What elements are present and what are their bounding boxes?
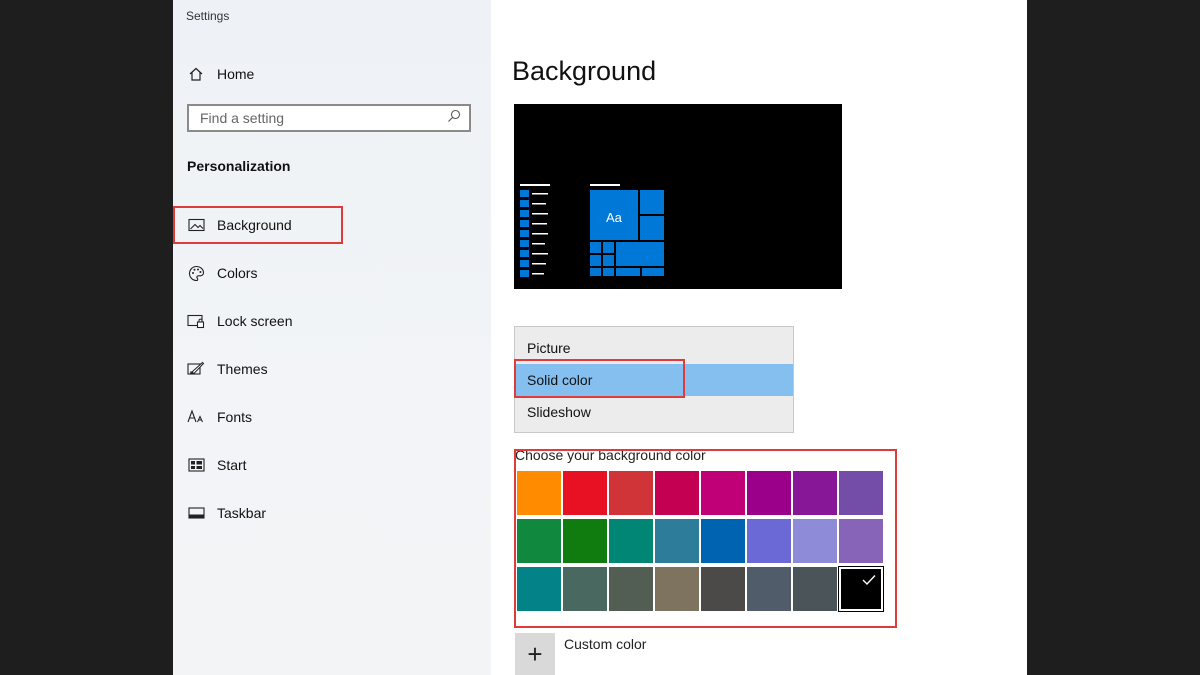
sidebar-item-label: Lock screen: [217, 313, 293, 329]
background-preview: Aa: [514, 104, 842, 289]
color-swatch[interactable]: [793, 471, 837, 515]
sidebar-item-background[interactable]: Background: [187, 214, 292, 236]
color-swatch[interactable]: [609, 519, 653, 563]
custom-color-button[interactable]: +: [515, 633, 555, 675]
color-swatch[interactable]: [563, 567, 607, 611]
window-title: Settings: [186, 9, 230, 23]
custom-color-label[interactable]: Custom color: [564, 636, 646, 652]
color-swatch[interactable]: [839, 519, 883, 563]
dropdown-option-slideshow[interactable]: Slideshow: [515, 396, 793, 428]
search-icon[interactable]: [447, 109, 461, 128]
choose-color-label: Choose your background color: [515, 447, 706, 463]
color-swatch[interactable]: [747, 567, 791, 611]
color-swatch[interactable]: [838, 566, 884, 612]
sidebar-item-label: Fonts: [217, 409, 253, 425]
color-swatch[interactable]: [747, 471, 791, 515]
sidebar-item-label: Themes: [217, 361, 268, 377]
search-box[interactable]: [187, 104, 471, 132]
color-swatch[interactable]: [609, 567, 653, 611]
color-swatch[interactable]: [517, 567, 561, 611]
start-icon: [187, 456, 205, 474]
color-swatch[interactable]: [701, 471, 745, 515]
sidebar-item-lock-screen[interactable]: Lock screen: [187, 310, 292, 332]
search-input[interactable]: [200, 110, 430, 126]
preview-tile-text: Aa: [606, 210, 623, 225]
color-swatch[interactable]: [517, 519, 561, 563]
dropdown-option-picture[interactable]: Picture: [515, 332, 793, 364]
color-swatch[interactable]: [747, 519, 791, 563]
color-swatch[interactable]: [517, 471, 561, 515]
lock-screen-icon: [187, 312, 205, 330]
page-title: Background: [512, 56, 657, 86]
color-swatch[interactable]: [655, 567, 699, 611]
sidebar-item-taskbar[interactable]: Taskbar: [187, 502, 266, 524]
color-swatch[interactable]: [839, 471, 883, 515]
sidebar-item-label: Taskbar: [217, 505, 267, 521]
color-swatch[interactable]: [655, 471, 699, 515]
sidebar-item-colors[interactable]: Colors: [187, 262, 257, 284]
dropdown-option-solid-color[interactable]: Solid color: [515, 364, 793, 396]
color-swatch[interactable]: [655, 519, 699, 563]
themes-icon: [187, 360, 205, 378]
color-swatch[interactable]: [609, 471, 653, 515]
fonts-icon: [187, 408, 205, 426]
taskbar-icon: [187, 504, 205, 522]
check-icon: [862, 575, 876, 586]
color-swatch[interactable]: [701, 519, 745, 563]
home-link[interactable]: Home: [187, 63, 254, 85]
sidebar-item-label: Background: [217, 217, 292, 233]
sidebar-item-start[interactable]: Start: [187, 454, 247, 476]
sidebar-item-fonts[interactable]: Fonts: [187, 406, 252, 428]
image-icon: [187, 216, 205, 234]
background-type-dropdown[interactable]: Picture Solid color Slideshow: [514, 326, 794, 433]
color-swatch[interactable]: [793, 567, 837, 611]
settings-window: Settings Home Personalization Background: [173, 0, 1027, 675]
sidebar-item-label: Colors: [217, 265, 258, 281]
main-panel: Background Aa Picture Solid color Slides…: [491, 0, 1027, 675]
color-swatch-grid: [517, 471, 884, 613]
sidebar-item-label: Start: [217, 457, 247, 473]
section-title: Personalization: [187, 158, 291, 174]
home-icon: [187, 65, 205, 83]
desktop-preview-graphic: Aa: [514, 104, 842, 289]
color-swatch[interactable]: [701, 567, 745, 611]
palette-icon: [187, 264, 205, 282]
color-swatch[interactable]: [793, 519, 837, 563]
color-swatch[interactable]: [563, 519, 607, 563]
home-label: Home: [217, 66, 255, 82]
color-swatch[interactable]: [563, 471, 607, 515]
sidebar: Settings Home Personalization Background: [173, 0, 491, 675]
sidebar-item-themes[interactable]: Themes: [187, 358, 268, 380]
